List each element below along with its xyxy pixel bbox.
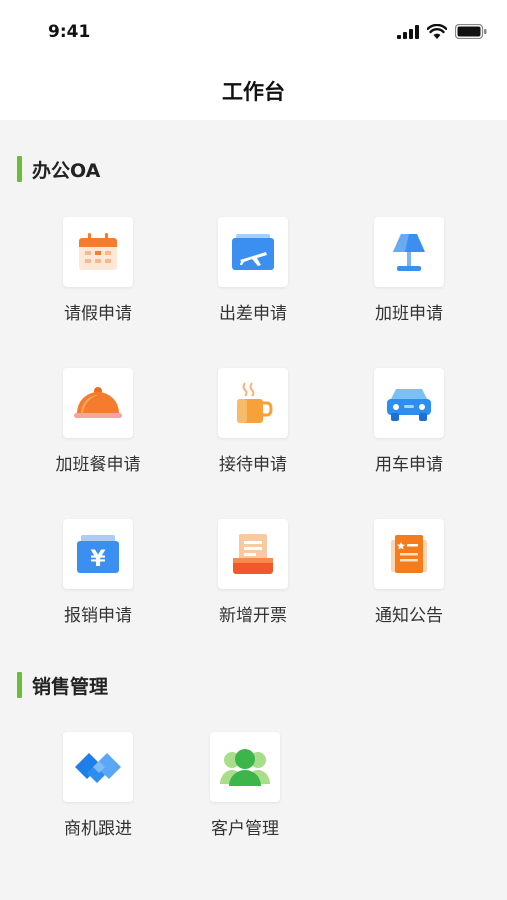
app-item-label: 出差申请 [219,304,287,324]
section-accent-bar [17,672,22,698]
car-icon [387,389,431,421]
cellular-signal-icon [397,24,419,39]
page-title: 工作台 [222,80,285,104]
status-time: 9:41 [48,22,91,42]
section-accent-bar [17,156,22,182]
app-icon-box[interactable] [210,732,280,802]
app-item-label: 加班餐申请 [55,455,141,475]
status-icons [397,24,487,39]
svg-text:¥: ¥ [90,547,106,572]
food-cloche-icon [74,387,122,418]
section-title: 办公OA [32,159,101,182]
app-item-business-trip[interactable]: 出差申请 [193,217,313,337]
app-icon-box[interactable] [218,368,288,438]
battery-icon [455,24,487,39]
app-icon-box[interactable] [374,217,444,287]
section-header-sales: 销售管理 [17,671,108,699]
airplane-ticket-icon [232,234,274,270]
status-bar: 9:41 [0,0,507,62]
yuan-wallet-icon: ¥ [77,535,119,573]
handshake-icon [75,753,121,783]
app-item-label: 商机跟进 [64,819,132,839]
app-icon-box[interactable] [374,519,444,589]
app-item-customer-management[interactable]: 客户管理 [185,732,305,852]
app-item-reimbursement[interactable]: ¥ 报销申请 [38,519,158,639]
app-item-label: 加班申请 [375,304,443,324]
calendar-icon [79,233,117,270]
app-item-label: 客户管理 [211,819,279,839]
desk-lamp-icon [393,234,425,271]
app-icon-box[interactable] [63,217,133,287]
app-icon-box[interactable] [63,732,133,802]
app-icon-box[interactable] [63,368,133,438]
app-item-label: 新增开票 [219,606,287,626]
invoice-printer-icon [233,534,273,574]
app-item-leave-request[interactable]: 请假申请 [38,217,158,337]
app-icon-box[interactable] [374,368,444,438]
app-icon-box[interactable]: ¥ [63,519,133,589]
section-title: 销售管理 [32,675,109,698]
app-item-label: 用车申请 [375,455,443,475]
nav-bar: 工作台 [0,62,507,120]
app-item-label: 通知公告 [375,606,443,626]
app-item-overtime-request[interactable]: 加班申请 [349,217,469,337]
notice-board-icon [391,535,427,573]
app-item-overtime-meal[interactable]: 加班餐申请 [38,368,158,488]
app-item-vehicle-request[interactable]: 用车申请 [349,368,469,488]
wifi-icon [427,24,447,39]
app-icon-box[interactable] [218,217,288,287]
app-item-opportunity-followup[interactable]: 商机跟进 [38,732,158,852]
app-item-reception-request[interactable]: 接待申请 [193,368,313,488]
app-item-notice[interactable]: 通知公告 [349,519,469,639]
app-item-new-invoice[interactable]: 新增开票 [193,519,313,639]
coffee-cup-icon [237,382,273,423]
app-icon-box[interactable] [218,519,288,589]
app-item-label: 请假申请 [64,304,132,324]
section-header-office: 办公OA [17,155,100,183]
customers-icon [220,749,270,786]
app-item-label: 报销申请 [64,606,132,626]
app-item-label: 接待申请 [219,455,287,475]
